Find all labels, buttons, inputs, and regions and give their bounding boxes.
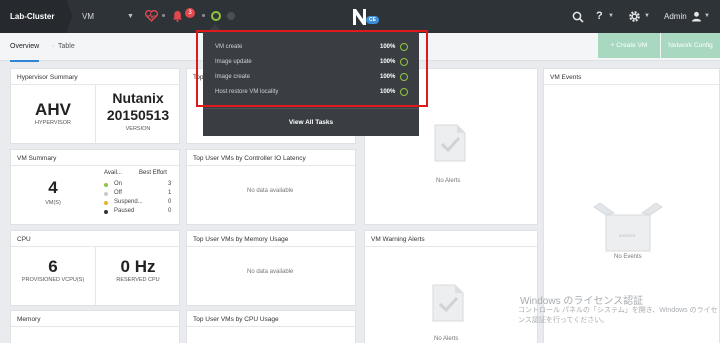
card-title: Hypervisor Summary	[17, 74, 78, 81]
view-all-tasks-link[interactable]: View All Tasks	[203, 119, 419, 126]
highlight-box	[196, 30, 428, 107]
create-vm-button[interactable]: + Create VM	[598, 33, 660, 58]
vcpu-label: PROVISIONED VCPU(S)	[21, 277, 85, 283]
memory-card: Memory	[10, 310, 180, 343]
divider	[187, 326, 355, 327]
hypervisor-version-name: Nutanix	[112, 90, 164, 106]
top-cpu-card: Top User VMs by CPU Usage	[186, 310, 356, 343]
edition-badge: CE	[366, 16, 379, 24]
status-dot-icon	[104, 201, 108, 205]
top-navigation-bar: Lab-Cluster VM ▼ 3 CE ? ▼ ▼ Admin ▼	[0, 0, 720, 33]
alerts-bell-icon[interactable]	[172, 10, 183, 22]
card-title: VM Events	[550, 74, 582, 81]
card-title: VM Warning Alerts	[371, 236, 425, 243]
no-alerts-text: No Alerts	[436, 178, 461, 184]
divider	[11, 326, 179, 327]
status-value: 0	[168, 199, 172, 205]
divider	[203, 108, 419, 109]
list-item: Paused 0	[104, 208, 176, 218]
network-config-button[interactable]: Network Config	[661, 33, 720, 58]
status-name: Paused	[114, 208, 135, 214]
tasks-ring-icon[interactable]	[211, 11, 221, 21]
status-dot-icon	[104, 192, 108, 196]
status-name: Off	[114, 190, 122, 196]
reserved-cpu-label: RESERVED CPU	[116, 277, 160, 283]
card-title: Top User VMs by Memory Usage	[193, 236, 289, 243]
activation-watermark-title: Windows のライセンス認証	[520, 296, 644, 307]
status-value: 1	[168, 190, 172, 196]
card-title: Top User VMs by Controller IO Latency	[193, 155, 306, 162]
status-name: On	[114, 181, 123, 187]
divider	[187, 165, 355, 166]
divider	[11, 165, 179, 166]
alert-count-badge: 3	[185, 8, 195, 18]
separator-dot	[162, 14, 165, 17]
chevron-down-icon[interactable]: ▼	[704, 0, 710, 33]
document-check-icon	[432, 284, 464, 322]
column-header: Best Effort	[139, 170, 167, 176]
events-box-label: EVENTS	[619, 233, 636, 238]
events-box-icon	[593, 203, 663, 252]
hypervisor-type: AHV	[35, 100, 71, 119]
separator-dot: ·	[52, 43, 55, 50]
user-icon[interactable]	[691, 11, 702, 22]
entity-menu[interactable]: VM	[82, 0, 94, 33]
search-icon[interactable]	[572, 11, 584, 23]
hypervisor-summary-card: Hypervisor Summary AHV HYPERVISOR Nutani…	[10, 68, 180, 144]
vm-summary-card: VM Summary 4 VM(S) Avail... Best Effort …	[10, 149, 180, 225]
tab-table[interactable]: Table	[58, 33, 75, 60]
card-title: Memory	[17, 316, 41, 323]
top-memory-card: Top User VMs by Memory Usage No data ava…	[186, 230, 356, 306]
document-check-icon	[434, 124, 466, 162]
chevron-down-icon[interactable]: ▼	[644, 0, 650, 33]
chevron-down-icon[interactable]: ▼	[127, 0, 134, 33]
vm-status-table: Avail... Best Effort On 3 Off 1 Suspend.…	[104, 170, 180, 220]
no-data-text: No data available	[247, 188, 294, 194]
status-dot-icon	[227, 12, 235, 20]
no-events-text: No Events	[614, 254, 642, 260]
top-io-latency-card: Top User VMs by Controller IO Latency No…	[186, 149, 356, 225]
no-alerts-text: No Alerts	[434, 336, 459, 342]
tab-overview[interactable]: Overview	[10, 33, 40, 62]
status-dot-icon	[104, 183, 108, 187]
status-dot-icon	[104, 210, 108, 214]
version-label: VERSION	[125, 126, 151, 132]
cpu-card: CPU 6 PROVISIONED VCPU(S) 0 Hz RESERVED …	[10, 230, 180, 306]
separator-dot	[202, 14, 205, 17]
gear-icon[interactable]	[628, 10, 641, 23]
divider	[365, 246, 537, 247]
card-title: VM Summary	[17, 155, 57, 162]
status-name: Suspend...	[114, 199, 143, 205]
user-name[interactable]: Admin	[664, 0, 687, 33]
card-title: CPU	[17, 236, 31, 243]
column-header: Avail...	[104, 170, 122, 176]
card-title: Top User VMs by CPU Usage	[193, 316, 279, 323]
activation-watermark-text: コントロール パネルの「システム」を開き、Windows のライセンス認証を行っ…	[518, 307, 718, 324]
chevron-down-icon[interactable]: ▼	[608, 0, 614, 33]
hypervisor-version-number: 20150513	[106, 107, 170, 123]
cluster-name[interactable]: Lab-Cluster	[0, 0, 73, 33]
divider	[544, 84, 720, 85]
vm-count: 4	[48, 178, 58, 197]
vcpu-count: 6	[48, 257, 58, 276]
help-icon[interactable]: ?	[596, 0, 603, 33]
vm-warning-alerts-card: VM Warning Alerts No Alerts	[364, 230, 538, 343]
vm-count-label: VM(S)	[45, 200, 61, 206]
status-value: 0	[168, 208, 172, 214]
reserved-cpu-value: 0 Hz	[120, 257, 156, 276]
status-value: 3	[168, 181, 172, 187]
hypervisor-label: HYPERVISOR	[35, 120, 71, 126]
divider	[187, 246, 355, 247]
health-heart-icon[interactable]	[145, 10, 158, 22]
no-data-text: No data available	[247, 269, 294, 275]
